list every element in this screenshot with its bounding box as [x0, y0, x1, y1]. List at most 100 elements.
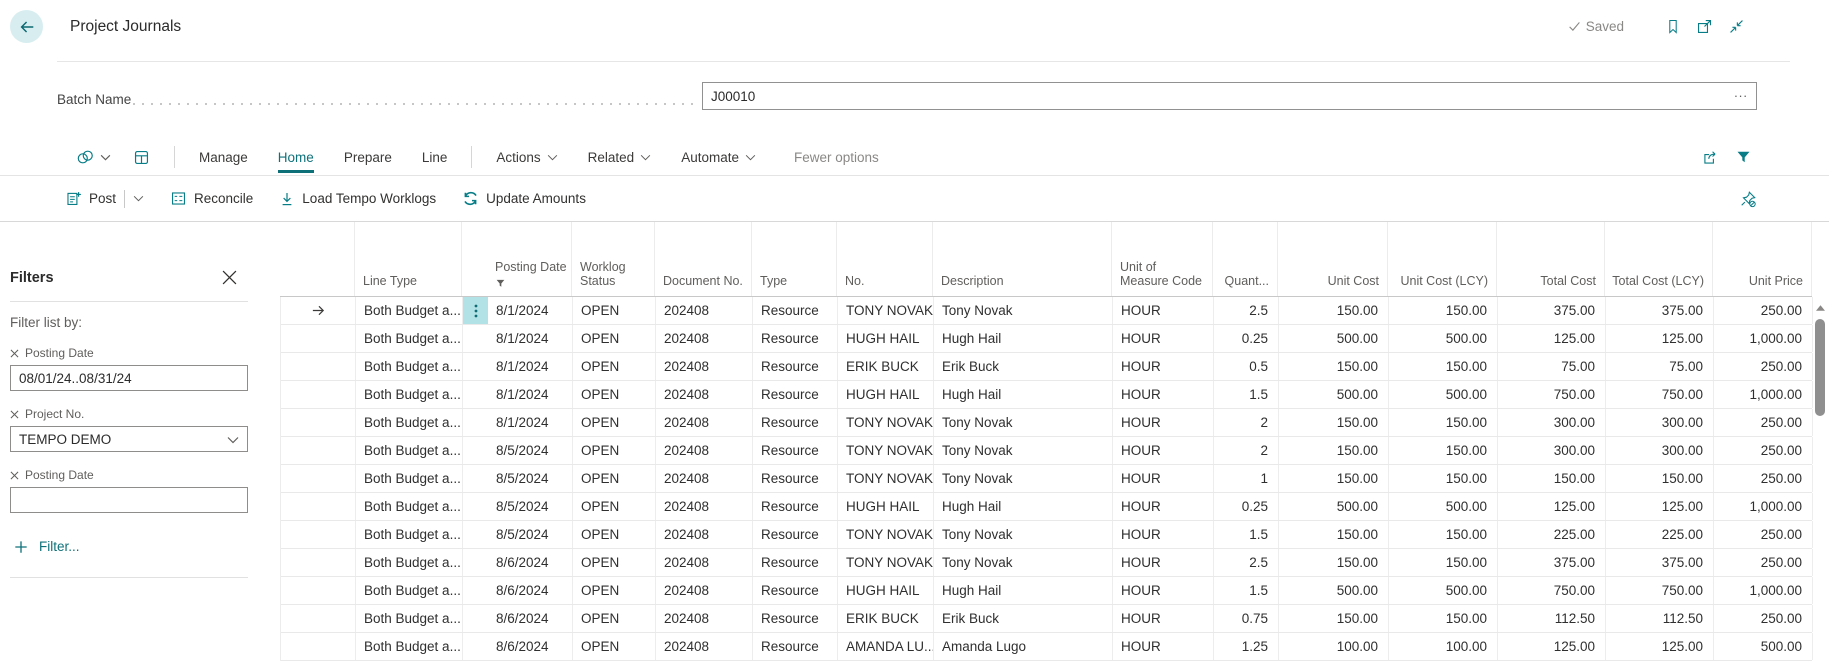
cell-quantity[interactable]: 1 — [1214, 465, 1279, 492]
cell-total_cost_lcy[interactable]: 300.00 — [1606, 409, 1714, 436]
cell-description[interactable]: Erik Buck — [934, 605, 1113, 632]
scrollbar-thumb[interactable] — [1815, 319, 1825, 416]
cell-posting_date[interactable]: 8/1/2024 — [463, 297, 573, 324]
cell-posting_date[interactable]: 8/6/2024 — [463, 549, 573, 576]
cell-worklog_status[interactable]: OPEN — [573, 521, 656, 548]
close-icon[interactable] — [222, 270, 237, 285]
tab-line[interactable]: Line — [422, 150, 448, 165]
unpin-icon[interactable] — [1739, 190, 1757, 208]
cell-description[interactable]: Hugh Hail — [934, 493, 1113, 520]
cell-unit_cost_lcy[interactable]: 150.00 — [1389, 409, 1498, 436]
column-header-worklog_status[interactable]: Worklog Status — [572, 222, 655, 296]
cell-unit_cost_lcy[interactable]: 500.00 — [1389, 577, 1498, 604]
row-selector-cell[interactable] — [281, 353, 356, 380]
cell-description[interactable]: Erik Buck — [934, 353, 1113, 380]
cell-quantity[interactable]: 2.5 — [1214, 297, 1279, 324]
cell-line_type[interactable]: Both Budget a... — [356, 521, 463, 548]
cell-unit_of_measure_code[interactable]: HOUR — [1113, 437, 1214, 464]
cell-unit_price[interactable]: 250.00 — [1714, 605, 1813, 632]
share-icon[interactable] — [1701, 149, 1719, 166]
cell-total_cost[interactable]: 750.00 — [1498, 577, 1606, 604]
cell-no[interactable]: TONY NOVAK — [838, 409, 934, 436]
cell-no[interactable]: TONY NOVAK — [838, 521, 934, 548]
column-header-unit_cost[interactable]: Unit Cost — [1278, 222, 1388, 296]
tab-prepare[interactable]: Prepare — [344, 150, 392, 165]
open-in-new-window-icon[interactable] — [1696, 18, 1713, 35]
cell-type[interactable]: Resource — [753, 633, 838, 660]
cell-description[interactable]: Tony Novak — [934, 409, 1113, 436]
cell-document_no[interactable]: 202408 — [656, 353, 753, 380]
cell-unit_cost[interactable]: 150.00 — [1279, 605, 1389, 632]
cell-unit_price[interactable]: 250.00 — [1714, 437, 1813, 464]
cell-no[interactable]: HUGH HAIL — [838, 577, 934, 604]
cell-unit_cost_lcy[interactable]: 100.00 — [1389, 633, 1498, 660]
cell-line_type[interactable]: Both Budget a... — [356, 353, 463, 380]
cell-unit_cost[interactable]: 150.00 — [1279, 437, 1389, 464]
cell-unit_cost_lcy[interactable]: 150.00 — [1389, 437, 1498, 464]
fewer-options-button[interactable]: Fewer options — [794, 150, 879, 165]
cell-document_no[interactable]: 202408 — [656, 605, 753, 632]
cell-unit_of_measure_code[interactable]: HOUR — [1113, 409, 1214, 436]
cell-unit_cost[interactable]: 150.00 — [1279, 297, 1389, 324]
column-header-type[interactable]: Type — [752, 222, 837, 296]
cell-total_cost[interactable]: 375.00 — [1498, 549, 1606, 576]
cell-posting_date[interactable]: 8/1/2024 — [463, 325, 573, 352]
cell-posting_date[interactable]: 8/5/2024 — [463, 437, 573, 464]
cell-unit_of_measure_code[interactable]: HOUR — [1113, 577, 1214, 604]
batch-name-input[interactable] — [703, 83, 1756, 109]
bookmark-icon[interactable] — [1665, 18, 1681, 35]
cell-line_type[interactable]: Both Budget a... — [356, 633, 463, 660]
cell-quantity[interactable]: 1.5 — [1214, 381, 1279, 408]
cell-document_no[interactable]: 202408 — [656, 381, 753, 408]
cell-type[interactable]: Resource — [753, 353, 838, 380]
cell-total_cost_lcy[interactable]: 375.00 — [1606, 297, 1714, 324]
cell-unit_cost[interactable]: 150.00 — [1279, 521, 1389, 548]
column-header-unit_of_measure_code[interactable]: Unit of Measure Code — [1112, 222, 1213, 296]
cell-unit_cost_lcy[interactable]: 150.00 — [1389, 297, 1498, 324]
cell-description[interactable]: Tony Novak — [934, 437, 1113, 464]
column-header-no[interactable]: No. — [837, 222, 933, 296]
cell-unit_of_measure_code[interactable]: HOUR — [1113, 325, 1214, 352]
cell-unit_price[interactable]: 250.00 — [1714, 297, 1813, 324]
cell-quantity[interactable]: 2.5 — [1214, 549, 1279, 576]
row-selector-cell[interactable] — [281, 493, 356, 520]
load-tempo-worklogs-button[interactable]: Load Tempo Worklogs — [279, 191, 436, 207]
cell-unit_cost[interactable]: 150.00 — [1279, 353, 1389, 380]
cell-total_cost[interactable]: 300.00 — [1498, 437, 1606, 464]
reconcile-button[interactable]: Reconcile — [170, 190, 253, 207]
posting-date-filter-input[interactable] — [11, 366, 247, 390]
cell-unit_cost_lcy[interactable]: 500.00 — [1389, 493, 1498, 520]
cell-unit_price[interactable]: 1,000.00 — [1714, 577, 1813, 604]
cell-worklog_status[interactable]: OPEN — [573, 297, 656, 324]
cell-total_cost_lcy[interactable]: 300.00 — [1606, 437, 1714, 464]
cell-worklog_status[interactable]: OPEN — [573, 325, 656, 352]
cell-total_cost[interactable]: 225.00 — [1498, 521, 1606, 548]
cell-document_no[interactable]: 202408 — [656, 549, 753, 576]
cell-type[interactable]: Resource — [753, 521, 838, 548]
row-selector-cell[interactable] — [281, 325, 356, 352]
cell-worklog_status[interactable]: OPEN — [573, 353, 656, 380]
cell-no[interactable]: TONY NOVAK — [838, 437, 934, 464]
cell-unit_price[interactable]: 500.00 — [1714, 633, 1813, 660]
row-selector-cell[interactable] — [281, 465, 356, 492]
cell-unit_cost_lcy[interactable]: 150.00 — [1389, 605, 1498, 632]
cell-unit_cost[interactable]: 150.00 — [1279, 409, 1389, 436]
row-selector-cell[interactable] — [281, 549, 356, 576]
vertical-scrollbar[interactable] — [1812, 297, 1829, 661]
cell-document_no[interactable]: 202408 — [656, 493, 753, 520]
analysis-mode-button[interactable] — [133, 149, 150, 166]
cell-posting_date[interactable]: 8/6/2024 — [463, 577, 573, 604]
cell-unit_price[interactable]: 1,000.00 — [1714, 325, 1813, 352]
cell-posting_date[interactable]: 8/1/2024 — [463, 409, 573, 436]
cell-quantity[interactable]: 1.5 — [1214, 521, 1279, 548]
cell-worklog_status[interactable]: OPEN — [573, 605, 656, 632]
posting-date-filter-input-2[interactable] — [11, 488, 247, 512]
post-button[interactable]: Post — [65, 190, 116, 207]
cell-total_cost_lcy[interactable]: 750.00 — [1606, 381, 1714, 408]
scroll-up-arrow-icon[interactable] — [1816, 305, 1825, 311]
cell-worklog_status[interactable]: OPEN — [573, 409, 656, 436]
project-no-filter-dropdown[interactable]: TEMPO DEMO — [10, 426, 248, 452]
cell-no[interactable]: ERIK BUCK — [838, 605, 934, 632]
cell-unit_of_measure_code[interactable]: HOUR — [1113, 493, 1214, 520]
cell-line_type[interactable]: Both Budget a... — [356, 493, 463, 520]
